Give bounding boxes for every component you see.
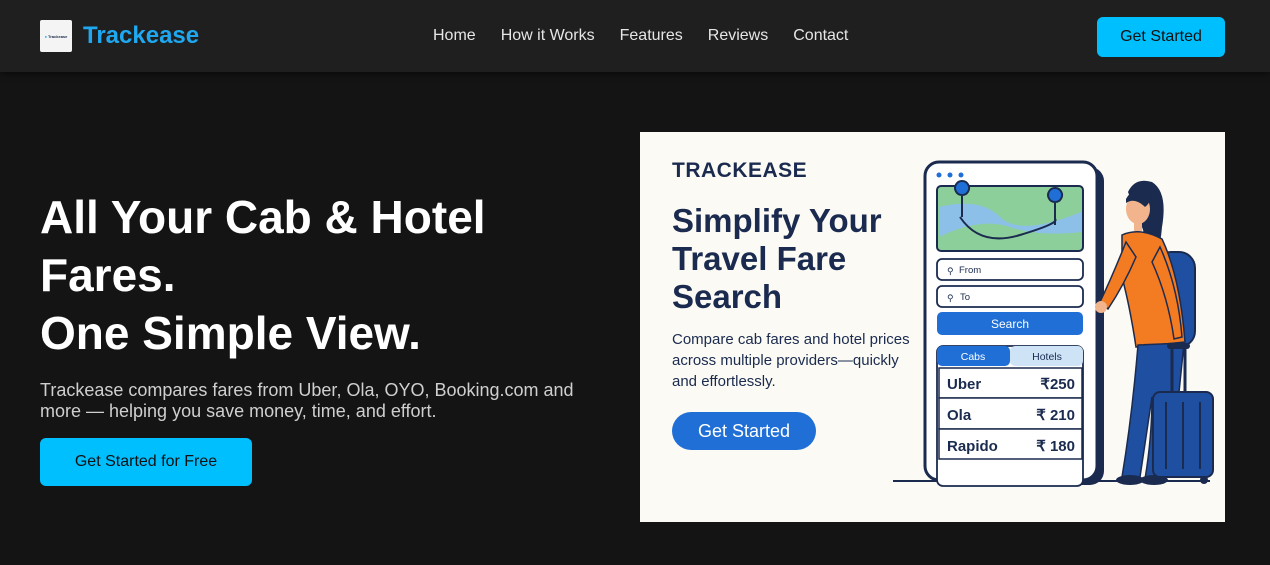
hero-banner-image: TRACKEASE Simplify Your Travel Fare Sear… — [640, 132, 1225, 522]
fare-price: ₹250 — [1040, 376, 1075, 393]
banner-title: Simplify Your Travel Fare Search — [672, 202, 882, 315]
banner-brand: TRACKEASE — [672, 159, 808, 182]
nav-link-reviews[interactable]: Reviews — [708, 27, 768, 45]
hero-title-line-2: Fares. — [40, 249, 176, 301]
nav-link-contact[interactable]: Contact — [793, 27, 848, 45]
phone-dot — [958, 172, 964, 178]
to-pin-icon: ⚲ — [947, 293, 954, 303]
pin-icon: ● — [44, 33, 48, 39]
banner-subtitle: Compare cab fares and hotel prices acros… — [672, 331, 910, 390]
phone-dot — [947, 172, 953, 178]
hero-title: All Your Cab & Hotel Fares. One Simple V… — [40, 188, 600, 362]
nav-link-home[interactable]: Home — [433, 27, 476, 45]
nav-link-features[interactable]: Features — [620, 27, 683, 45]
hero-subtitle: Trackease compares fares from Uber, Ola,… — [40, 380, 574, 421]
logo[interactable]: ● Trackease — [40, 20, 72, 52]
fare-provider: Rapido — [947, 438, 998, 455]
from-label: From — [959, 265, 981, 276]
tab-hotels-label: Hotels — [1032, 351, 1062, 363]
get-started-free-button[interactable]: Get Started for Free — [40, 438, 252, 486]
hero-title-line-3: One Simple View. — [40, 307, 421, 359]
from-pin-icon: ⚲ — [947, 266, 954, 276]
nav-link-how-it-works[interactable]: How it Works — [501, 27, 595, 45]
logo-mini-text: Trackease — [48, 33, 68, 39]
get-started-button[interactable]: Get Started — [1097, 17, 1225, 57]
fare-price: ₹ 210 — [1036, 407, 1075, 424]
phone-traveler-illustration: ⚲ From ⚲ To Search Cabs Hotels Uber ₹250… — [893, 160, 1214, 487]
hero-title-line-1: All Your Cab & Hotel — [40, 191, 486, 243]
to-field — [936, 285, 1084, 308]
fare-provider: Uber — [947, 376, 981, 393]
logo-mini: ● Trackease — [45, 34, 68, 39]
fare-price: ₹ 180 — [1036, 438, 1075, 455]
search-label: Search — [991, 317, 1029, 331]
nav-links: Home How it Works Features Reviews Conta… — [433, 27, 848, 45]
fare-provider: Ola — [947, 407, 972, 424]
top-navbar: ● Trackease Trackease Home How it Works … — [0, 0, 1270, 72]
banner-get-started-button: Get Started — [672, 412, 816, 450]
tab-cabs-label: Cabs — [961, 351, 986, 363]
to-label: To — [960, 292, 970, 303]
brand-name[interactable]: Trackease — [83, 22, 199, 50]
phone-dot — [936, 172, 942, 178]
